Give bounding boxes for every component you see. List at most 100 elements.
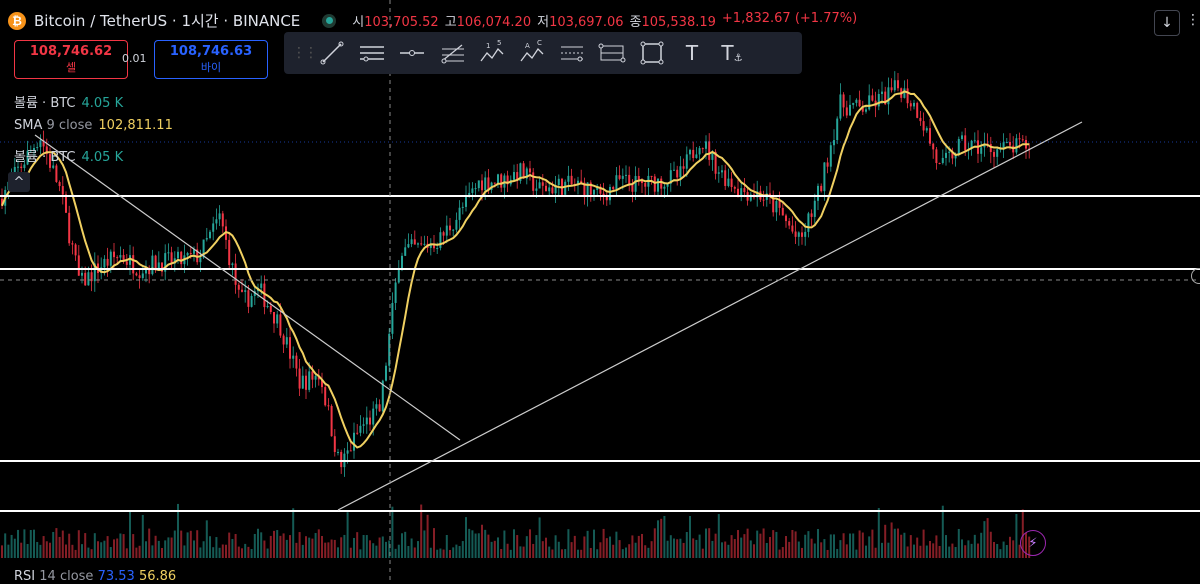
text-tool[interactable]: T — [672, 32, 712, 74]
volume-bar — [717, 514, 720, 558]
buy-button[interactable]: 108,746.63 바이 — [154, 40, 268, 79]
volume-bar — [135, 547, 138, 558]
candle-body — [919, 117, 922, 122]
candle-body — [621, 175, 624, 179]
market-status-icon[interactable] — [322, 13, 337, 28]
candle-body — [941, 157, 944, 164]
volume-bar — [941, 505, 944, 558]
candle-body — [81, 272, 83, 276]
sell-button[interactable]: 108,746.62 셀 — [14, 40, 128, 79]
abcd-pattern-tool[interactable]: AC — [512, 32, 552, 74]
volume-bar — [746, 528, 749, 558]
candle-body — [615, 175, 618, 190]
scroll-down-button[interactable]: ↓ — [1154, 10, 1180, 36]
volume-legend[interactable]: 볼륨 · BTC 4.05 K — [14, 92, 123, 111]
svg-text:A: A — [525, 42, 530, 50]
candle-body — [513, 172, 515, 180]
more-menu-icon[interactable]: ⋮ — [1186, 12, 1200, 28]
horizontal-lines[interactable] — [0, 195, 1200, 512]
volume-bar — [913, 544, 915, 558]
lightning-icon[interactable]: ⚡ — [1020, 530, 1046, 556]
volume-bar — [404, 531, 407, 558]
candle-body — [618, 175, 621, 179]
candle-body — [980, 147, 983, 154]
volume-bar — [884, 524, 887, 558]
candle-body — [413, 239, 416, 245]
volume-bar — [471, 530, 474, 558]
volume-bar — [215, 537, 218, 558]
volume-bar — [196, 530, 199, 558]
candle-body — [996, 149, 999, 157]
volume-legend-secondary[interactable]: 볼륨 · BTC 4.05 K — [14, 146, 123, 165]
candle-body — [845, 107, 848, 116]
candle-body — [551, 187, 554, 194]
volume-bar — [461, 541, 464, 558]
elliott-wave-tool[interactable]: 15 — [472, 32, 512, 74]
volume-bar — [810, 538, 813, 558]
candle-body — [452, 229, 455, 231]
volume-bar — [298, 532, 301, 558]
volume-bar — [823, 539, 826, 558]
volume-bar — [692, 538, 695, 558]
candle-body — [132, 255, 135, 274]
candle-body — [833, 140, 835, 146]
candle-body — [455, 219, 458, 230]
symbol-title[interactable]: Bitcoin / TetherUS · 1시간 · BINANCE — [34, 10, 300, 31]
candle-body — [103, 258, 106, 268]
volume-bar — [519, 546, 522, 558]
fib-retracement-tool[interactable] — [432, 32, 472, 74]
volume-bar — [17, 529, 19, 558]
candle-body — [369, 417, 371, 425]
horizontal-ray-tool[interactable] — [392, 32, 432, 74]
volume-bar — [925, 545, 928, 558]
volume-bar — [257, 528, 259, 558]
date-range-tool[interactable] — [592, 32, 632, 74]
candle-body — [346, 450, 349, 454]
spread-value: 0.01 — [122, 52, 147, 65]
candle-body — [241, 289, 243, 292]
volume-bar — [1015, 513, 1018, 558]
candle-body — [653, 176, 656, 192]
candle-body — [813, 200, 816, 217]
volume-bar — [631, 535, 634, 558]
volume-bar — [13, 538, 16, 558]
volume-bar — [753, 544, 755, 558]
trend-line-tool[interactable] — [312, 32, 352, 74]
price-range-tool[interactable] — [552, 32, 592, 74]
volume-bar — [141, 514, 144, 558]
collapse-legend-button[interactable]: ^ — [8, 172, 30, 192]
volume-bar — [660, 518, 663, 558]
candle-body — [650, 175, 653, 177]
volume-bar — [909, 535, 912, 558]
rectangle-tool[interactable] — [632, 32, 672, 74]
candle-body — [401, 255, 403, 270]
price-chart[interactable] — [0, 0, 1200, 582]
volume-bar — [756, 530, 759, 558]
volume-bar — [132, 534, 135, 558]
drag-handle-icon[interactable]: ⋮⋮ — [292, 45, 318, 61]
volume-bar — [650, 541, 653, 558]
volume-bar — [378, 537, 381, 558]
candle-body — [407, 244, 410, 248]
volume-bar — [580, 549, 583, 558]
trend-line[interactable] — [337, 121, 1083, 511]
volume-bar — [148, 528, 151, 558]
candle-body — [116, 257, 119, 259]
volume-bar — [276, 530, 279, 558]
candle-body — [113, 251, 115, 258]
volume-bar — [906, 546, 909, 558]
volume-bar — [394, 548, 397, 558]
candle-body — [500, 174, 503, 188]
volume-bar — [983, 521, 986, 558]
volume-bar — [503, 530, 506, 558]
anchored-text-tool[interactable]: T ⚓ — [712, 32, 752, 74]
sma-legend[interactable]: SMA 9 close 102,811.11 — [14, 118, 173, 133]
volume-bar — [641, 533, 643, 558]
candle-body — [548, 187, 551, 192]
candle-body — [391, 302, 394, 334]
candle-body — [237, 284, 240, 290]
candle-body — [788, 221, 791, 226]
candle-body — [538, 182, 541, 189]
horizontal-lines-tool[interactable] — [352, 32, 392, 74]
price-scale-handle[interactable] — [1191, 268, 1200, 284]
